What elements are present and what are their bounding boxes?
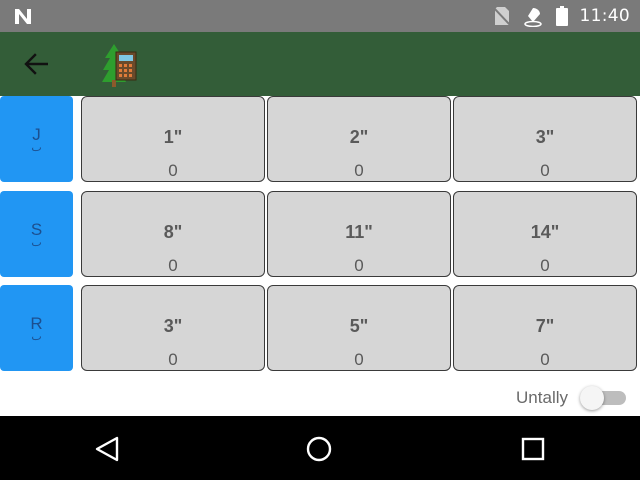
cell-size: 8" (163, 222, 183, 242)
tally-cell[interactable]: 2" 0 (267, 96, 451, 182)
status-bar: 11:40 (0, 0, 640, 32)
row-label-letter: S (30, 220, 43, 239)
wifi-off-icon (523, 8, 542, 27)
tally-cell[interactable]: 11" 0 (267, 191, 451, 277)
cell-size: 11" (345, 222, 373, 242)
cell-count: 0 (168, 350, 178, 369)
tally-cell[interactable]: 8" 0 (81, 191, 265, 277)
cell-count: 0 (354, 256, 364, 275)
tally-cell[interactable]: 7" 0 (453, 285, 637, 371)
cell-count: 0 (540, 350, 550, 369)
navigation-bar (0, 416, 640, 480)
cell-size: 7" (535, 316, 555, 336)
untally-toggle[interactable] (580, 386, 628, 410)
tally-grid: J ب 1" 0 2" 0 3" 0 S ب 8" 0 11" 0 14" 0 … (0, 96, 640, 416)
untally-label: Untally (516, 388, 568, 407)
home-circle-icon[interactable] (304, 434, 334, 464)
toggle-thumb (580, 386, 604, 410)
row-label-button[interactable]: S ب (0, 191, 73, 277)
footer: Untally (0, 372, 640, 416)
tally-row: R ٮ 3" 0 5" 0 7" 0 (0, 285, 640, 371)
cell-count: 0 (540, 256, 550, 275)
back-triangle-icon[interactable] (92, 434, 122, 464)
tally-cell[interactable]: 3" 0 (81, 285, 265, 371)
battery-icon (555, 6, 568, 26)
tally-row: J ب 1" 0 2" 0 3" 0 (0, 96, 640, 182)
cell-size: 14" (530, 222, 560, 242)
tally-cell[interactable]: 5" 0 (267, 285, 451, 371)
cell-size: 5" (349, 316, 369, 336)
back-button[interactable] (20, 50, 52, 78)
recents-square-icon[interactable] (518, 434, 548, 464)
arrow-left-icon (24, 53, 48, 75)
status-icons: 11:40 (493, 0, 631, 32)
clock: 11:40 (579, 6, 630, 26)
tally-cell[interactable]: 14" 0 (453, 191, 637, 277)
tally-cell[interactable]: 3" 0 (453, 96, 637, 182)
tally-cell[interactable]: 1" 0 (81, 96, 265, 182)
row-label-button[interactable]: R ٮ (0, 285, 73, 371)
app-bar (0, 32, 640, 96)
row-label-sub: ب (31, 239, 42, 247)
row-label-letter: J (32, 125, 41, 144)
cell-count: 0 (168, 256, 178, 275)
n-notification-icon (15, 9, 31, 24)
cell-size: 3" (535, 127, 555, 147)
no-sim-icon (493, 7, 510, 26)
tally-row: S ب 8" 0 11" 0 14" 0 (0, 191, 640, 277)
row-label-button[interactable]: J ب (0, 96, 73, 182)
row-label-letter: R (30, 314, 43, 333)
tree-calculator-icon (102, 44, 137, 87)
row-label-sub: ٮ (31, 333, 42, 341)
row-label-sub: ب (31, 144, 42, 152)
cell-size: 3" (163, 316, 183, 336)
cell-count: 0 (354, 350, 364, 369)
cell-count: 0 (354, 161, 364, 180)
cell-size: 1" (163, 127, 183, 147)
cell-size: 2" (349, 127, 369, 147)
cell-count: 0 (540, 161, 550, 180)
cell-count: 0 (168, 161, 178, 180)
